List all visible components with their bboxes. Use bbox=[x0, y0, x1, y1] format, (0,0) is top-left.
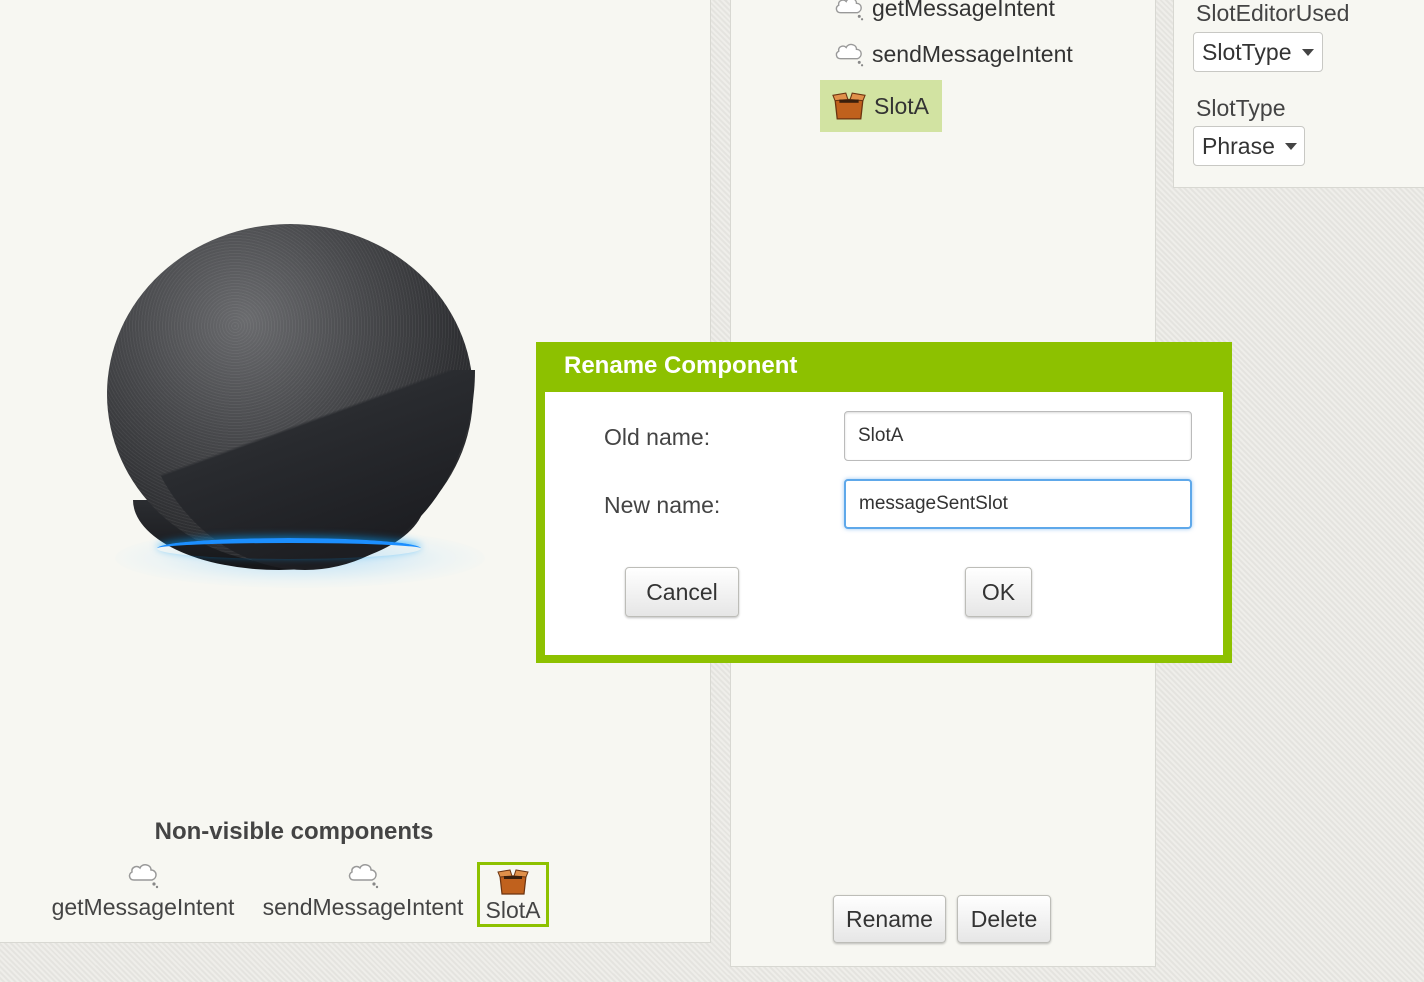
old-name-field[interactable] bbox=[844, 411, 1192, 461]
tree-item-label: SlotA bbox=[874, 92, 929, 119]
nonvisible-item-label: sendMessageIntent bbox=[262, 894, 464, 920]
tree-item-slota[interactable]: SlotA bbox=[820, 80, 942, 132]
slot-type-label: SlotType bbox=[1196, 95, 1286, 121]
delete-button[interactable]: Delete bbox=[957, 895, 1051, 943]
cloud-icon bbox=[835, 0, 864, 21]
nonvisible-item-label: getMessageIntent bbox=[51, 894, 235, 920]
new-name-field[interactable] bbox=[844, 479, 1192, 529]
slot-editor-used-label: SlotEditorUsed bbox=[1196, 0, 1350, 26]
cancel-button[interactable]: Cancel bbox=[625, 567, 739, 617]
box-icon bbox=[832, 92, 866, 120]
new-name-label: New name: bbox=[604, 492, 721, 518]
echo-dot-device-image bbox=[95, 210, 495, 600]
dialog-body: Old name: New name: Cancel OK bbox=[545, 392, 1223, 655]
cloud-icon bbox=[835, 43, 864, 67]
caret-down-icon bbox=[1284, 142, 1297, 150]
nonvisible-item-sendmessageintent[interactable]: sendMessageIntent bbox=[254, 860, 472, 921]
old-name-label: Old name: bbox=[604, 424, 711, 450]
rename-button[interactable]: Rename bbox=[833, 895, 946, 943]
tree-item-label: sendMessageIntent bbox=[872, 40, 1073, 67]
tree-item-sendmessageintent[interactable]: sendMessageIntent bbox=[832, 40, 1073, 68]
tree-item-getmessageintent[interactable]: getMessageIntent bbox=[832, 0, 1055, 22]
slot-type-dropdown[interactable]: Phrase bbox=[1193, 126, 1305, 166]
rename-component-dialog: Rename Component Old name: New name: Can… bbox=[536, 342, 1232, 663]
nonvisible-components-title: Non-visible components bbox=[154, 818, 434, 845]
nonvisible-item-getmessageintent[interactable]: getMessageIntent bbox=[44, 860, 242, 921]
light-ring bbox=[157, 538, 421, 559]
cloud-icon bbox=[128, 864, 159, 889]
slot-type-value: Phrase bbox=[1202, 132, 1275, 159]
dialog-title: Rename Component bbox=[564, 352, 798, 379]
ok-button[interactable]: OK bbox=[965, 567, 1032, 617]
slot-editor-used-value: SlotType bbox=[1202, 38, 1292, 65]
nonvisible-item-label: SlotA bbox=[485, 897, 541, 923]
cloud-icon bbox=[348, 864, 379, 889]
nonvisible-item-slota[interactable]: SlotA bbox=[477, 862, 549, 927]
caret-down-icon bbox=[1301, 48, 1314, 56]
slot-editor-used-dropdown[interactable]: SlotType bbox=[1193, 32, 1323, 72]
box-icon bbox=[497, 869, 529, 895]
tree-item-label: getMessageIntent bbox=[872, 0, 1055, 21]
